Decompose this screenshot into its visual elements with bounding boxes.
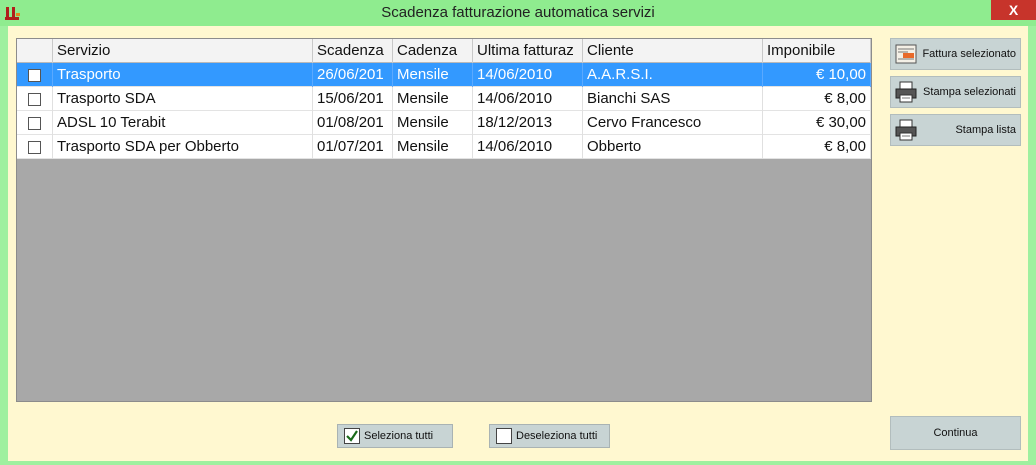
cell-servizio: Trasporto bbox=[53, 63, 313, 87]
printer-icon bbox=[895, 81, 917, 103]
cell-imponibile: € 30,00 bbox=[763, 111, 871, 135]
row-checkbox[interactable] bbox=[28, 140, 41, 154]
cell-cliente: Obberto bbox=[583, 135, 763, 159]
cell-ultima-fatturazione: 14/06/2010 bbox=[473, 87, 583, 111]
row-checkbox-cell[interactable] bbox=[17, 87, 53, 111]
cell-scadenza: 15/06/201 bbox=[313, 87, 393, 111]
cell-scadenza: 01/07/201 bbox=[313, 135, 393, 159]
column-header-scadenza[interactable]: Scadenza bbox=[313, 39, 393, 63]
stampa-selezionati-button[interactable]: Stampa selezionati bbox=[890, 76, 1021, 108]
cell-cliente: A.A.R.S.I. bbox=[583, 63, 763, 87]
fattura-selezionato-button[interactable]: Fattura selezionato bbox=[890, 38, 1021, 70]
cell-cliente: Bianchi SAS bbox=[583, 87, 763, 111]
cell-imponibile: € 10,00 bbox=[763, 63, 871, 87]
table-row[interactable]: Trasporto SDA per Obberto 01/07/201 Mens… bbox=[17, 135, 871, 159]
deseleziona-tutti-label: Deseleziona tutti bbox=[516, 430, 598, 442]
cell-servizio: Trasporto SDA per Obberto bbox=[53, 135, 313, 159]
cell-cliente: Cervo Francesco bbox=[583, 111, 763, 135]
printer-icon bbox=[895, 119, 917, 141]
stampa-lista-button[interactable]: Stampa lista bbox=[890, 114, 1021, 146]
column-header-servizio[interactable]: Servizio bbox=[53, 39, 313, 63]
cell-servizio: Trasporto SDA bbox=[53, 87, 313, 111]
window-title: Scadenza fatturazione automatica servizi bbox=[381, 4, 655, 21]
cell-scadenza: 26/06/201 bbox=[313, 63, 393, 87]
cell-scadenza: 01/08/201 bbox=[313, 111, 393, 135]
close-button[interactable]: X bbox=[991, 0, 1036, 20]
column-header-imponibile[interactable]: Imponibile bbox=[763, 39, 871, 63]
title-bar: Scadenza fatturazione automatica servizi… bbox=[0, 0, 1036, 26]
cell-imponibile: € 8,00 bbox=[763, 87, 871, 111]
deseleziona-tutti-button[interactable]: Deseleziona tutti bbox=[489, 424, 610, 448]
unchecked-checkbox-icon bbox=[496, 428, 512, 444]
window-client-area: Servizio Scadenza Cadenza Ultima fattura… bbox=[8, 26, 1028, 461]
checked-checkbox-icon bbox=[344, 428, 360, 444]
row-checkbox-cell[interactable] bbox=[17, 135, 53, 159]
stampa-selezionati-label: Stampa selezionati bbox=[923, 86, 1016, 98]
cell-cadenza: Mensile bbox=[393, 135, 473, 159]
fattura-selezionato-label: Fattura selezionato bbox=[922, 48, 1016, 60]
cell-imponibile: € 8,00 bbox=[763, 135, 871, 159]
cell-ultima-fatturazione: 18/12/2013 bbox=[473, 111, 583, 135]
column-header-cadenza[interactable]: Cadenza bbox=[393, 39, 473, 63]
column-header-ultima-fatturazione[interactable]: Ultima fatturaz bbox=[473, 39, 583, 63]
column-header-check[interactable] bbox=[17, 39, 53, 63]
cell-cadenza: Mensile bbox=[393, 87, 473, 111]
row-checkbox[interactable] bbox=[28, 116, 41, 130]
cell-cadenza: Mensile bbox=[393, 111, 473, 135]
cell-ultima-fatturazione: 14/06/2010 bbox=[473, 63, 583, 87]
table-row[interactable]: ADSL 10 Terabit 01/08/201 Mensile 18/12/… bbox=[17, 111, 871, 135]
cell-servizio: ADSL 10 Terabit bbox=[53, 111, 313, 135]
row-checkbox-cell[interactable] bbox=[17, 63, 53, 87]
row-checkbox[interactable] bbox=[28, 68, 41, 82]
cell-ultima-fatturazione: 14/06/2010 bbox=[473, 135, 583, 159]
seleziona-tutti-label: Seleziona tutti bbox=[364, 430, 434, 442]
grid-header: Servizio Scadenza Cadenza Ultima fattura… bbox=[17, 39, 871, 63]
table-row[interactable]: Trasporto SDA 15/06/201 Mensile 14/06/20… bbox=[17, 87, 871, 111]
stampa-lista-label: Stampa lista bbox=[955, 124, 1016, 136]
row-checkbox[interactable] bbox=[28, 92, 41, 106]
services-grid[interactable]: Servizio Scadenza Cadenza Ultima fattura… bbox=[16, 38, 872, 402]
row-checkbox-cell[interactable] bbox=[17, 111, 53, 135]
column-header-cliente[interactable]: Cliente bbox=[583, 39, 763, 63]
seleziona-tutti-button[interactable]: Seleziona tutti bbox=[337, 424, 453, 448]
continua-button[interactable]: Continua bbox=[890, 416, 1021, 450]
table-row[interactable]: Trasporto 26/06/201 Mensile 14/06/2010 A… bbox=[17, 63, 871, 87]
invoice-icon bbox=[895, 44, 917, 64]
cell-cadenza: Mensile bbox=[393, 63, 473, 87]
